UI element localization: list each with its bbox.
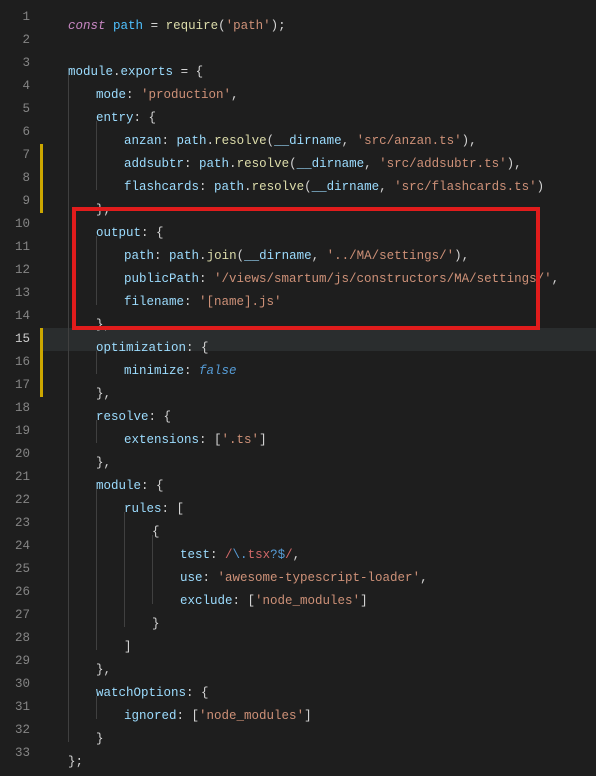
line-number: 11 <box>0 236 30 259</box>
code-line[interactable]: anzan: path.resolve(__dirname, 'src/anza… <box>40 121 596 144</box>
code-token: }; <box>68 755 83 769</box>
git-change-bar <box>40 328 43 397</box>
code-line[interactable]: entry: { <box>40 98 596 121</box>
code-line[interactable]: watchOptions: { <box>40 673 596 696</box>
code-line[interactable]: addsubtr: path.resolve(__dirname, 'src/a… <box>40 144 596 167</box>
code-line[interactable]: }, <box>40 305 596 328</box>
line-number: 20 <box>0 443 30 466</box>
line-number: 10 <box>0 213 30 236</box>
line-number: 16 <box>0 351 30 374</box>
line-number: 19 <box>0 420 30 443</box>
code-editor[interactable]: 1234567891011121314151617181920212223242… <box>0 0 596 776</box>
code-line[interactable]: test: /\.tsx?$/, <box>40 535 596 558</box>
line-number: 14 <box>0 305 30 328</box>
code-line[interactable]: module.exports = { <box>40 52 596 75</box>
code-line[interactable] <box>40 29 596 52</box>
code-area[interactable]: const path = require('path'); module.expo… <box>40 0 596 776</box>
code-line[interactable]: flashcards: path.resolve(__dirname, 'src… <box>40 167 596 190</box>
code-line[interactable]: }, <box>40 374 596 397</box>
line-number: 13 <box>0 282 30 305</box>
line-number: 29 <box>0 650 30 673</box>
code-line[interactable]: } <box>40 604 596 627</box>
code-line[interactable]: const path = require('path'); <box>40 6 596 29</box>
code-line[interactable]: extensions: ['.ts'] <box>40 420 596 443</box>
code-line[interactable]: }, <box>40 190 596 213</box>
line-number: 22 <box>0 489 30 512</box>
line-number: 12 <box>0 259 30 282</box>
git-change-bar <box>40 144 43 213</box>
code-line[interactable]: } <box>40 719 596 742</box>
code-line[interactable]: }, <box>40 650 596 673</box>
code-line[interactable]: minimize: false <box>40 351 596 374</box>
line-number: 25 <box>0 558 30 581</box>
line-number: 23 <box>0 512 30 535</box>
line-number: 9 <box>0 190 30 213</box>
code-line[interactable]: }; <box>40 742 596 765</box>
code-line[interactable]: filename: '[name].js' <box>40 282 596 305</box>
line-number: 4 <box>0 75 30 98</box>
line-number: 1 <box>0 6 30 29</box>
line-number: 31 <box>0 696 30 719</box>
line-number: 24 <box>0 535 30 558</box>
line-number: 3 <box>0 52 30 75</box>
line-number: 8 <box>0 167 30 190</box>
line-number: 26 <box>0 581 30 604</box>
line-number: 18 <box>0 397 30 420</box>
code-line[interactable]: { <box>40 512 596 535</box>
line-number: 28 <box>0 627 30 650</box>
line-number: 15 <box>0 328 30 351</box>
code-line[interactable]: module: { <box>40 466 596 489</box>
code-line[interactable]: }, <box>40 443 596 466</box>
line-number: 17 <box>0 374 30 397</box>
line-number: 5 <box>0 98 30 121</box>
line-number: 6 <box>0 121 30 144</box>
line-number: 21 <box>0 466 30 489</box>
code-line[interactable]: mode: 'production', <box>40 75 596 98</box>
line-number-gutter: 1234567891011121314151617181920212223242… <box>0 0 40 776</box>
code-line[interactable]: publicPath: '/views/smartum/js/construct… <box>40 259 596 282</box>
code-line[interactable]: path: path.join(__dirname, '../MA/settin… <box>40 236 596 259</box>
line-number: 30 <box>0 673 30 696</box>
line-number: 32 <box>0 719 30 742</box>
line-number: 2 <box>0 29 30 52</box>
line-number: 27 <box>0 604 30 627</box>
code-line[interactable]: ] <box>40 627 596 650</box>
code-line[interactable]: output: { <box>40 213 596 236</box>
line-number: 33 <box>0 742 30 765</box>
code-line[interactable]: use: 'awesome-typescript-loader', <box>40 558 596 581</box>
code-line[interactable]: optimization: { <box>40 328 596 351</box>
code-line[interactable]: ignored: ['node_modules'] <box>40 696 596 719</box>
code-line[interactable]: exclude: ['node_modules'] <box>40 581 596 604</box>
code-line[interactable]: resolve: { <box>40 397 596 420</box>
code-line[interactable]: rules: [ <box>40 489 596 512</box>
line-number: 7 <box>0 144 30 167</box>
